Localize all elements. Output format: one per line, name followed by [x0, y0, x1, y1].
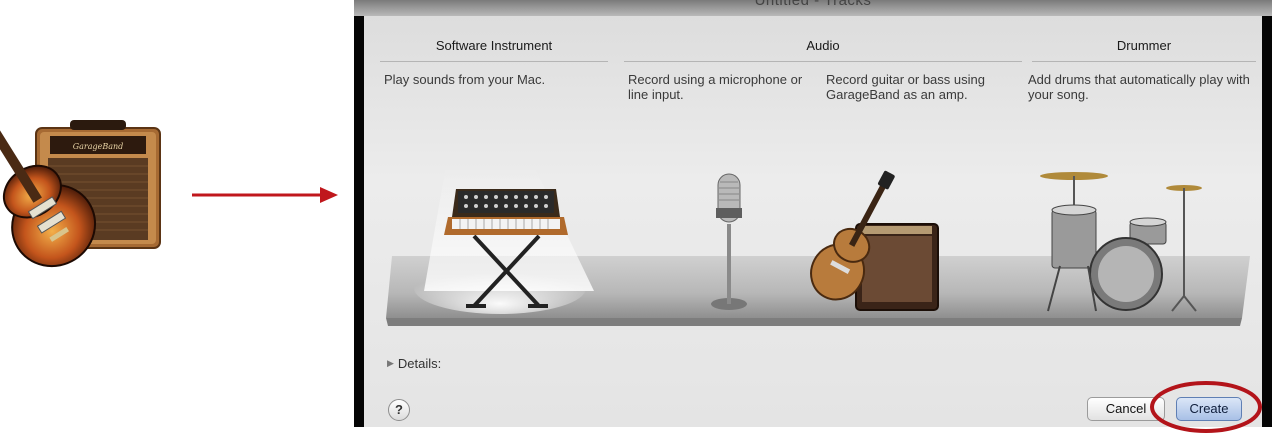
details-disclosure[interactable]: ▶ Details: — [387, 356, 441, 371]
divider — [1032, 61, 1256, 62]
software-instrument-description: Play sounds from your Mac. — [384, 72, 546, 87]
title-bar: Untitled - Tracks — [354, 0, 1272, 16]
svg-text:GarageBand: GarageBand — [73, 142, 124, 151]
divider — [380, 61, 608, 62]
microphone-description: Record using a microphone or line input. — [628, 72, 803, 102]
divider — [624, 61, 1022, 62]
disclosure-triangle-icon: ▶ — [387, 358, 394, 368]
microphone-icon[interactable] — [704, 164, 754, 314]
keyboard-synth-icon[interactable] — [444, 181, 574, 311]
help-button[interactable]: ? — [388, 399, 410, 421]
category-audio: Audio — [806, 38, 840, 53]
guitar-amp-icon[interactable] — [804, 166, 944, 316]
drummer-description: Add drums that automatically play with y… — [1028, 72, 1250, 102]
new-track-dialog: Untitled - Tracks Software Instrument Au… — [354, 0, 1272, 427]
instrument-stage — [384, 146, 1256, 346]
guitar-amp-description: Record guitar or bass using GarageBand a… — [826, 72, 985, 102]
drum-kit-icon[interactable] — [1034, 166, 1204, 316]
garageband-app-icon: GarageBand — [0, 66, 168, 271]
details-label: Details: — [397, 356, 442, 371]
window-title: Untitled - Tracks — [754, 0, 872, 9]
category-software-instrument: Software Instrument — [435, 38, 553, 53]
category-drummer: Drummer — [1116, 38, 1172, 53]
create-highlight-annotation — [1146, 377, 1264, 433]
track-type-panel: Software Instrument Audio Drummer Play s… — [364, 16, 1262, 427]
arrow-annotation — [190, 183, 340, 207]
